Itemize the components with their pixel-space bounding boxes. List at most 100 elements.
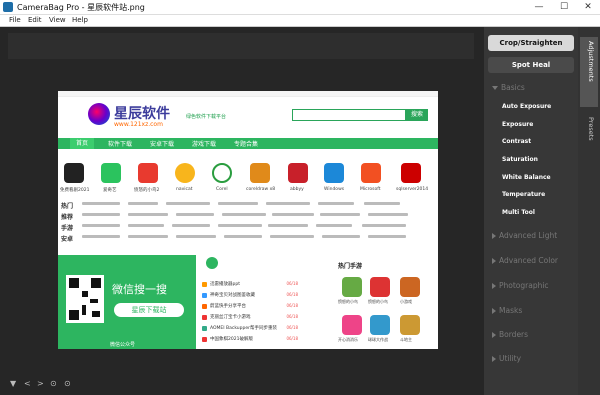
section-utility[interactable]: Utility — [492, 354, 521, 363]
android-tab-icon — [206, 257, 218, 269]
spot-heal-button[interactable]: Spot Heal — [488, 57, 574, 73]
app-label: 愤怒的小鸟2 — [134, 188, 160, 193]
site-brand: 星辰软件 — [114, 106, 170, 122]
next-icon[interactable]: > — [37, 379, 44, 388]
compare-icon[interactable]: ⊙ — [50, 379, 57, 388]
game-label: 愤怒的小鸟 — [368, 299, 388, 304]
qr-code-icon — [66, 275, 104, 323]
list-item: 克丽丝汀宝卡小游戏 06/18 — [202, 314, 298, 322]
app-icon — [361, 163, 381, 183]
menu-edit[interactable]: Edit — [28, 16, 42, 24]
section-advanced-light[interactable]: Advanced Light — [492, 231, 557, 240]
menu-help[interactable]: Help — [72, 16, 88, 24]
link-row: 安卓 — [58, 234, 438, 243]
previous-icon[interactable]: < — [24, 379, 31, 388]
menu-bar: File Edit View Help — [0, 15, 600, 27]
menu-file[interactable]: File — [9, 16, 21, 24]
site-topbar — [58, 91, 438, 97]
section-basics[interactable]: Basics — [492, 83, 525, 92]
app-icon — [401, 163, 421, 183]
adjust-white-balance[interactable]: White Balance — [502, 174, 551, 181]
app-icon — [138, 163, 158, 183]
game-label: 斗地主 — [400, 337, 412, 342]
site-search-button: 搜索 — [406, 109, 428, 121]
adjust-saturation[interactable]: Saturation — [502, 156, 538, 163]
app-icon — [101, 163, 121, 183]
tab-adjustments[interactable]: Adjustments — [580, 37, 598, 107]
app-icon — [250, 163, 270, 183]
site-nav-item: 首页 — [70, 138, 94, 149]
close-button[interactable]: ✕ — [576, 0, 600, 15]
adjust-temperature[interactable]: Temperature — [502, 191, 545, 198]
list-item: 中国象棋2021破解版 06/18 — [202, 336, 298, 344]
section-borders[interactable]: Borders — [492, 330, 528, 339]
row-label: 热门 — [61, 203, 74, 210]
site-slogan: 绿色软件下载平台 — [186, 114, 227, 120]
app-icon — [288, 163, 308, 183]
game-icon — [342, 277, 362, 297]
bottom-toolbar: ▼ < > ⊙ ⊙ — [0, 375, 484, 395]
game-icon — [400, 315, 420, 335]
game-icon — [342, 315, 362, 335]
chevron-right-icon — [492, 258, 496, 264]
list-item: AOMEI Backupper帮手同步重装 06/18 — [202, 325, 298, 333]
section-photographic[interactable]: Photographic — [492, 281, 549, 290]
wechat-pub-label: 微信公众号 — [110, 342, 136, 348]
game-icon — [370, 315, 390, 335]
section-masks[interactable]: Masks — [492, 306, 522, 315]
game-icon — [400, 277, 420, 297]
app-icon — [212, 163, 232, 183]
site-url: www.121xz.com — [114, 121, 163, 128]
app-icon — [3, 2, 13, 12]
game-icon — [370, 277, 390, 297]
chevron-right-icon — [492, 233, 496, 239]
collapse-icon[interactable]: ▼ — [10, 379, 16, 388]
link-row: 手游 — [58, 223, 438, 232]
maximize-button[interactable]: ☐ — [552, 0, 576, 15]
app-icon — [324, 163, 344, 183]
site-search-input — [292, 109, 406, 121]
link-row: 推荐 — [58, 212, 438, 221]
image-canvas[interactable]: 星辰软件 www.121xz.com 绿色软件下载平台 搜索 首页 软件下载 安… — [58, 91, 438, 349]
workspace-header — [8, 33, 474, 59]
site-logo-icon — [88, 103, 110, 125]
app-label: Microsoft — [360, 187, 381, 192]
game-label: 开心消消乐 — [338, 337, 358, 342]
adjust-contrast[interactable]: Contrast — [502, 138, 531, 145]
site-nav-item: 软件下载 — [108, 141, 133, 148]
wechat-search-box: 星辰下载站 — [114, 303, 184, 317]
chevron-right-icon — [492, 356, 496, 362]
hot-games-title: 热门手游 — [338, 263, 363, 270]
app-label: sqlserver2014 — [396, 187, 429, 192]
minimize-button[interactable]: — — [527, 0, 551, 15]
title-bar: CameraBag Pro - 星辰软件站.png — ☐ ✕ — [0, 0, 600, 15]
menu-view[interactable]: View — [49, 16, 66, 24]
chevron-right-icon — [492, 308, 496, 314]
crop-straighten-button[interactable]: Crop/Straighten — [488, 35, 574, 51]
adjust-multi-tool[interactable]: Multi Tool — [502, 209, 535, 216]
window-title: CameraBag Pro - 星辰软件站.png — [17, 3, 145, 12]
list-item: 神奇宝贝对战图鉴收藏 06/18 — [202, 292, 298, 300]
app-label: Windows — [324, 187, 345, 192]
app-label: 免费看剧2021 — [60, 188, 90, 193]
chevron-right-icon — [492, 332, 496, 338]
app-icon — [64, 163, 84, 183]
adjust-exposure[interactable]: Exposure — [502, 121, 533, 128]
section-advanced-color[interactable]: Advanced Color — [492, 256, 558, 265]
image-workspace[interactable]: 星辰软件 www.121xz.com 绿色软件下载平台 搜索 首页 软件下载 安… — [0, 27, 484, 395]
wechat-promo: 微信搜一搜 星辰下载站 微信公众号 — [58, 255, 196, 349]
chevron-right-icon — [492, 283, 496, 289]
list-item: 蔚蓝快手分享平台 06/18 — [202, 303, 298, 311]
adjust-auto-exposure[interactable]: Auto Exposure — [502, 103, 551, 110]
site-nav-item: 专题合集 — [234, 141, 259, 148]
row-label: 推荐 — [61, 214, 74, 221]
app-icon — [175, 163, 195, 183]
site-app-icons: 免费看剧2021 爱奇艺 愤怒的小鸟2 navicat Corel coreld… — [58, 157, 438, 199]
tab-presets[interactable]: Presets — [580, 113, 598, 153]
site-nav-item: 游戏下载 — [192, 141, 217, 148]
link-row: 热门 — [58, 201, 438, 210]
reset-icon[interactable]: ⊙ — [64, 379, 71, 388]
chevron-down-icon — [492, 86, 498, 90]
game-label: 球球大作战 — [368, 337, 388, 342]
app-label: navicat — [176, 187, 193, 192]
